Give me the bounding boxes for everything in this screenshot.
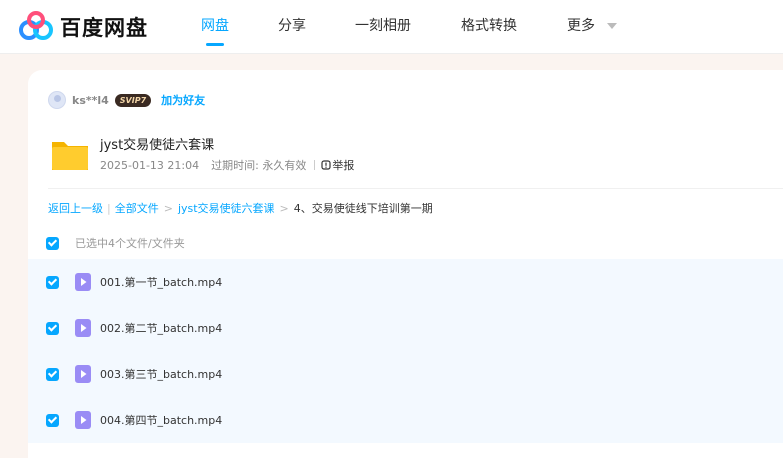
nav-tab-label: 网盘 — [201, 18, 229, 34]
video-file-icon — [75, 273, 91, 291]
main-nav: 网盘 分享 一刻相册 格式转换 更多 — [188, 0, 618, 54]
report-link[interactable]: 举报 — [321, 157, 354, 173]
nav-tab-album[interactable]: 一刻相册 — [355, 0, 411, 54]
file-checkbox[interactable] — [46, 275, 59, 289]
nav-tab-label: 一刻相册 — [355, 18, 411, 34]
nav-tab-label: 分享 — [278, 18, 306, 34]
top-header: 百度网盘 网盘 分享 一刻相册 格式转换 更多 — [0, 0, 783, 54]
share-expiry: 过期时间: 永久有效 — [211, 159, 307, 172]
add-friend-link[interactable]: 加为好友 — [161, 92, 205, 108]
nav-tab-label: 格式转换 — [461, 18, 517, 34]
share-date: 2025-01-13 21:04 — [100, 158, 200, 172]
file-list: 001.第一节_batch.mp4 002.第二节_batch.mp4 003.… — [28, 259, 783, 443]
baidu-netdisk-logo-icon — [19, 11, 53, 40]
file-name: 001.第一节_batch.mp4 — [100, 276, 223, 289]
file-name: 002.第二节_batch.mp4 — [100, 322, 223, 335]
nav-tab-more[interactable]: 更多 — [567, 0, 618, 54]
select-all-row: 已选中4个文件/文件夹 — [46, 235, 185, 251]
list-item[interactable]: 003.第三节_batch.mp4 — [28, 351, 783, 397]
folder-icon — [52, 142, 88, 170]
video-file-icon — [75, 319, 91, 337]
report-label: 举报 — [332, 159, 355, 172]
list-item[interactable]: 002.第二节_batch.mp4 — [28, 305, 783, 351]
breadcrumb-back-link[interactable]: 返回上一级 — [48, 200, 103, 216]
file-name: 003.第三节_batch.mp4 — [100, 368, 223, 381]
breadcrumb-folder-link[interactable]: jyst交易使徒六套课 — [178, 200, 275, 216]
alert-icon — [321, 160, 331, 170]
svip-badge: SVIP7 — [114, 93, 152, 107]
brand-logo[interactable]: 百度网盘 — [18, 10, 148, 44]
breadcrumb-separator-icon: > — [279, 201, 289, 215]
nav-tab-share[interactable]: 分享 — [278, 0, 306, 54]
file-name: 004.第四节_batch.mp4 — [100, 414, 223, 427]
breadcrumb-current: 4、交易使徒线下培训第一期 — [293, 202, 433, 215]
share-card: ks**l4 SVIP7 加为好友 jyst交易使徒六套课 2025-01-13… — [28, 70, 783, 458]
video-file-icon — [75, 365, 91, 383]
list-item[interactable]: 001.第一节_batch.mp4 — [28, 259, 783, 305]
breadcrumb-divider: | — [107, 201, 111, 215]
share-title: jyst交易使徒六套课 — [100, 138, 215, 153]
file-checkbox[interactable] — [46, 413, 59, 427]
select-all-checkbox[interactable] — [46, 236, 59, 250]
share-meta: 2025-01-13 21:04 过期时间: 永久有效 举报 — [100, 157, 354, 173]
brand-name: 百度网盘 — [60, 16, 148, 40]
section-divider — [48, 188, 783, 189]
file-checkbox[interactable] — [46, 321, 59, 335]
sharer-username[interactable]: ks**l4 — [72, 94, 109, 107]
list-item[interactable]: 004.第四节_batch.mp4 — [28, 397, 783, 443]
selection-count-label: 已选中4个文件/文件夹 — [75, 237, 185, 250]
nav-tab-label: 更多 — [567, 18, 595, 34]
chevron-down-icon — [607, 23, 618, 29]
active-tab-indicator — [206, 43, 224, 46]
breadcrumb-all-files-link[interactable]: 全部文件 — [115, 200, 159, 216]
nav-tab-netdisk[interactable]: 网盘 — [201, 0, 229, 54]
breadcrumb-separator-icon: > — [163, 201, 173, 215]
avatar[interactable] — [48, 91, 66, 109]
breadcrumb: 返回上一级 | 全部文件 > jyst交易使徒六套课 > 4、交易使徒线下培训第… — [48, 200, 433, 216]
sharer-info: ks**l4 SVIP7 加为好友 — [48, 90, 205, 110]
file-checkbox[interactable] — [46, 367, 59, 381]
meta-divider — [314, 160, 316, 170]
nav-tab-format-convert[interactable]: 格式转换 — [461, 0, 517, 54]
video-file-icon — [75, 411, 91, 429]
